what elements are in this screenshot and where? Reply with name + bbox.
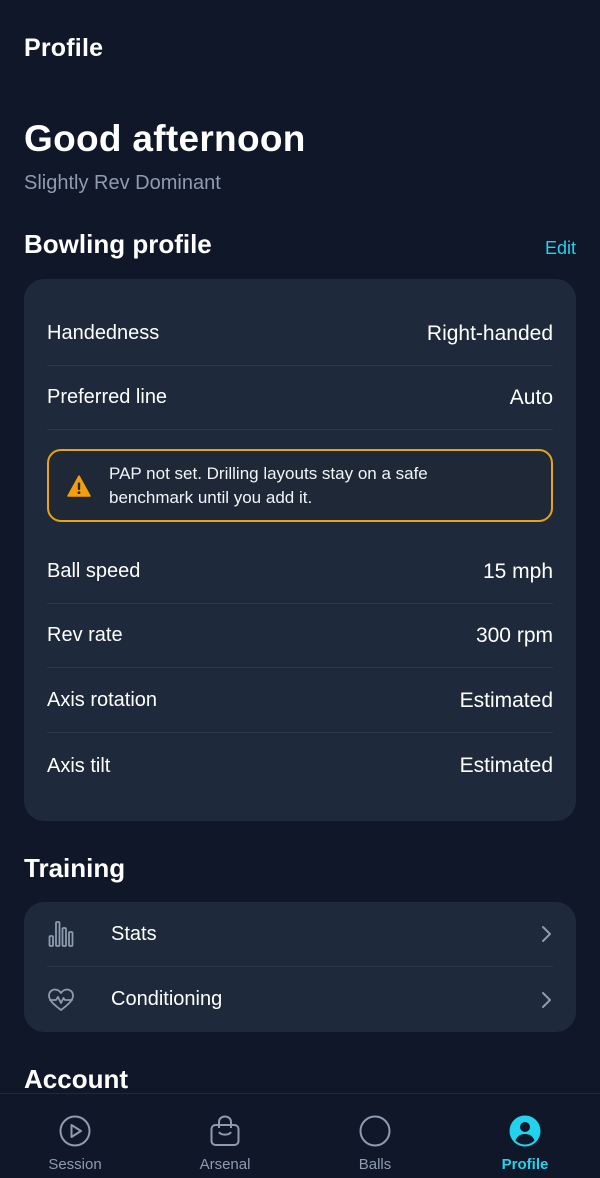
tab-arsenal-label: Arsenal [199, 1156, 251, 1173]
training-title: Training [24, 853, 126, 883]
bar-chart-icon [47, 919, 75, 949]
tab-arsenal[interactable]: Arsenal [150, 1094, 300, 1178]
axis-rotation-row[interactable]: Axis rotation Estimated [47, 669, 553, 733]
rev-rate-value: 300 rpm [475, 623, 553, 647]
rev-rate-row[interactable]: Rev rate 300 rpm [47, 604, 553, 668]
rev-rate-label: Rev rate [47, 624, 123, 646]
greeting-subtitle: Slightly Rev Dominant [24, 172, 221, 194]
ball-speed-label: Ball speed [47, 560, 141, 582]
bowling-profile-title: Bowling profile [24, 229, 212, 259]
preferred-line-value: Auto [509, 385, 553, 409]
bowling-profile-card: Handedness Right-handed Preferred line A… [24, 279, 576, 821]
pap-warning-banner[interactable]: PAP not set. Drilling layouts stay on a … [47, 449, 553, 522]
preferred-line-row[interactable]: Preferred line Auto [47, 366, 553, 430]
tab-balls-label: Balls [358, 1156, 392, 1173]
edit-profile-link[interactable]: Edit [545, 238, 576, 259]
axis-rotation-label: Axis rotation [47, 689, 158, 711]
profile-screen: Profile Good afternoon Slightly Rev Domi… [0, 0, 600, 1178]
warning-triangle-icon [67, 474, 91, 497]
conditioning-item[interactable]: Conditioning [47, 967, 553, 1032]
chevron-right-icon [542, 991, 551, 1008]
screen-title: Profile [24, 34, 104, 62]
greeting-title: Good afternoon [24, 118, 306, 159]
axis-tilt-row[interactable]: Axis tilt Estimated [47, 734, 553, 798]
ball-speed-value: 15 mph [482, 559, 553, 583]
training-card: Stats Conditioning [24, 902, 576, 1032]
conditioning-label: Conditioning [111, 988, 223, 1010]
tab-profile[interactable]: Profile [450, 1094, 600, 1178]
account-title: Account [24, 1064, 128, 1094]
handedness-value: Right-handed [426, 321, 553, 345]
handedness-label: Handedness [47, 322, 160, 344]
chevron-right-icon [542, 926, 551, 942]
circle-icon [359, 1115, 391, 1147]
tab-profile-label: Profile [501, 1156, 549, 1173]
stats-item[interactable]: Stats [47, 902, 553, 967]
axis-tilt-value: Estimated [459, 754, 553, 777]
stats-label: Stats [111, 922, 157, 945]
tab-session[interactable]: Session [0, 1094, 150, 1178]
warning-text: PAP not set. Drilling layouts stay on a … [109, 463, 428, 507]
handedness-row[interactable]: Handedness Right-handed [47, 302, 553, 366]
bag-icon [210, 1115, 240, 1146]
play-circle-icon [59, 1115, 91, 1147]
bottom-tab-bar: Session Arsenal Balls Profile [0, 1093, 600, 1178]
tab-balls[interactable]: Balls [300, 1094, 450, 1178]
heart-pulse-icon [47, 985, 75, 1015]
tab-session-label: Session [48, 1156, 102, 1173]
user-circle-icon [509, 1115, 541, 1147]
axis-tilt-label: Axis tilt [47, 754, 111, 777]
axis-rotation-value: Estimated [459, 688, 553, 712]
ball-speed-row[interactable]: Ball speed 15 mph [47, 540, 553, 604]
preferred-line-label: Preferred line [47, 386, 168, 408]
